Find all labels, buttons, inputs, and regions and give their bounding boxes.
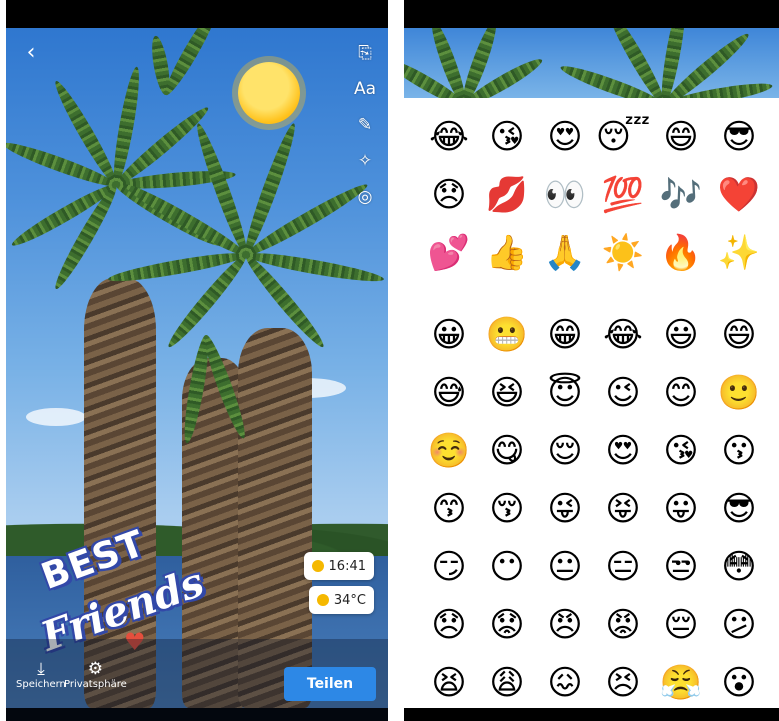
- emoji-button[interactable]: 😆: [478, 364, 536, 422]
- emoji-button[interactable]: 😂: [594, 306, 652, 364]
- emoji-button[interactable]: 😘: [478, 108, 536, 166]
- emoji-button[interactable]: 😤: [652, 654, 710, 712]
- emoji-button[interactable]: 😕: [710, 596, 768, 654]
- emoji-button[interactable]: 😂: [420, 108, 478, 166]
- emoji-button[interactable]: ❤️: [710, 166, 768, 224]
- emoji-button[interactable]: 😊: [652, 364, 710, 422]
- emoji-button[interactable]: 😃: [652, 306, 710, 364]
- story-editor-screen: ‹ ⎘ Aa ✎ ✧ ◎ BEST Friends ♥ 16:41 34°C ⤓…: [6, 0, 388, 721]
- save-button[interactable]: ⤓ Speichern: [16, 659, 66, 690]
- emoji-button[interactable]: 😗: [710, 422, 768, 480]
- emoji-button[interactable]: 😜: [536, 480, 594, 538]
- emoji-button[interactable]: 😩: [478, 654, 536, 712]
- all-emoji-grid: 😀 😬 😁 😂 😃 😄 😅 😆 😇 😉 😊 🙂 ☺️ 😋 😌 😍 😘 😗 😙 😚 😜 😝 😛 😎 😏 😶 😐 😑 😒 😳 😞 😟 😠 😡 😔 😕 😫 😩 😖…: [420, 306, 768, 712]
- emoji-button[interactable]: 😮: [710, 654, 768, 712]
- emoji-button[interactable]: 😌: [536, 422, 594, 480]
- chevron-left-icon: ‹: [26, 40, 36, 65]
- emoji-button[interactable]: ☺️: [420, 422, 478, 480]
- pen-icon: ✎: [357, 115, 373, 135]
- emoji-button[interactable]: 😴: [594, 108, 652, 166]
- clock-icon: [311, 560, 324, 572]
- emoji-button[interactable]: 😀: [420, 306, 478, 364]
- sticker-icon: ⎘: [358, 43, 372, 63]
- share-button[interactable]: Teilen: [284, 667, 376, 701]
- cloud: [26, 408, 86, 426]
- emoji-button[interactable]: 😐: [536, 538, 594, 596]
- time-sticker-value: 16:41: [328, 558, 366, 574]
- emoji-button[interactable]: 😘: [652, 422, 710, 480]
- emoji-button[interactable]: 🙏: [536, 224, 594, 282]
- emoji-button[interactable]: 😡: [594, 596, 652, 654]
- emoji-picker-screen: 😂 😘 😍 😴 😄 😎 😞 💋 👀 💯 🎶 ❤️ 💕 👍 🙏 ☀️ 🔥 ✨ 😀 😬 😁 😂 😃 😄 😅 😆 😇 😉 😊 🙂 ☺️ 😋 😌 😍 😘 😗…: [404, 0, 779, 721]
- emoji-button[interactable]: 🙂: [710, 364, 768, 422]
- emoji-button[interactable]: 🎶: [652, 166, 710, 224]
- effects-tool-button[interactable]: ✧: [352, 148, 378, 174]
- emoji-button[interactable]: 😔: [652, 596, 710, 654]
- story-photo-peek: [404, 28, 779, 98]
- privacy-label: Privatsphäre: [64, 679, 127, 690]
- emoji-button[interactable]: 😟: [478, 596, 536, 654]
- emoji-button[interactable]: 😍: [594, 422, 652, 480]
- emoji-panel: 😂 😘 😍 😴 😄 😎 😞 💋 👀 💯 🎶 ❤️ 💕 👍 🙏 ☀️ 🔥 ✨ 😀 😬 😁 😂 😃 😄 😅 😆 😇 😉 😊 🙂 ☺️ 😋 😌 😍 😘 😗…: [404, 98, 779, 708]
- emoji-button[interactable]: 😞: [420, 166, 478, 224]
- back-button[interactable]: ‹: [18, 40, 44, 66]
- emoji-button[interactable]: 😫: [420, 654, 478, 712]
- privacy-button[interactable]: ⚙ Privatsphäre: [64, 659, 127, 690]
- emoji-button[interactable]: ☀️: [594, 224, 652, 282]
- gear-person-icon: ⚙: [87, 659, 104, 679]
- temperature-sticker[interactable]: 34°C: [308, 586, 374, 614]
- draw-tool-button[interactable]: ✎: [352, 112, 378, 138]
- sticker-tool-button[interactable]: ⎘: [352, 40, 378, 66]
- temperature-sticker-value: 34°C: [333, 592, 366, 608]
- emoji-button[interactable]: 😙: [420, 480, 478, 538]
- save-label: Speichern: [16, 679, 66, 690]
- emoji-button[interactable]: 😍: [536, 108, 594, 166]
- emoji-button[interactable]: 😎: [710, 108, 768, 166]
- emoji-button[interactable]: 😖: [536, 654, 594, 712]
- emoji-button[interactable]: 😬: [478, 306, 536, 364]
- emoji-button[interactable]: 😞: [420, 596, 478, 654]
- emoji-button[interactable]: 👀: [536, 166, 594, 224]
- emoji-button[interactable]: 😝: [594, 480, 652, 538]
- text-aa-icon: Aa: [353, 79, 377, 99]
- emoji-button[interactable]: 😄: [710, 306, 768, 364]
- sun-sticker[interactable]: [228, 52, 310, 134]
- emoji-button[interactable]: 😇: [536, 364, 594, 422]
- music-tool-button[interactable]: ◎: [352, 184, 378, 210]
- bottom-action-bar: ⤓ Speichern ⚙ Privatsphäre Teilen: [6, 639, 388, 721]
- time-sticker[interactable]: 16:41: [303, 552, 374, 580]
- emoji-button[interactable]: 😏: [420, 538, 478, 596]
- emoji-button[interactable]: 😎: [710, 480, 768, 538]
- emoji-button[interactable]: 💕: [420, 224, 478, 282]
- download-icon: ⤓: [37, 659, 45, 679]
- emoji-button[interactable]: 😋: [478, 422, 536, 480]
- emoji-button[interactable]: 😠: [536, 596, 594, 654]
- emoji-button[interactable]: 😄: [652, 108, 710, 166]
- emoji-button[interactable]: 👍: [478, 224, 536, 282]
- emoji-button[interactable]: 😣: [594, 654, 652, 712]
- music-circle-icon: ◎: [357, 187, 373, 207]
- emoji-button[interactable]: 😛: [652, 480, 710, 538]
- emoji-button[interactable]: 😚: [478, 480, 536, 538]
- emoji-button[interactable]: 🔥: [652, 224, 710, 282]
- emoji-button[interactable]: 💋: [478, 166, 536, 224]
- emoji-button[interactable]: 💯: [594, 166, 652, 224]
- emoji-button[interactable]: ✨: [710, 224, 768, 282]
- text-tool-button[interactable]: Aa: [352, 76, 378, 102]
- emoji-button[interactable]: 😳: [710, 538, 768, 596]
- sun-weather-icon: [316, 594, 329, 606]
- emoji-button[interactable]: 😶: [478, 538, 536, 596]
- emoji-button[interactable]: 😉: [594, 364, 652, 422]
- sparkle-wand-icon: ✧: [357, 151, 373, 171]
- emoji-button[interactable]: 😑: [594, 538, 652, 596]
- recent-emoji-grid: 😂 😘 😍 😴 😄 😎 😞 💋 👀 💯 🎶 ❤️ 💕 👍 🙏 ☀️ 🔥 ✨: [420, 108, 768, 282]
- emoji-button[interactable]: 😁: [536, 306, 594, 364]
- emoji-button[interactable]: 😒: [652, 538, 710, 596]
- emoji-button[interactable]: 😅: [420, 364, 478, 422]
